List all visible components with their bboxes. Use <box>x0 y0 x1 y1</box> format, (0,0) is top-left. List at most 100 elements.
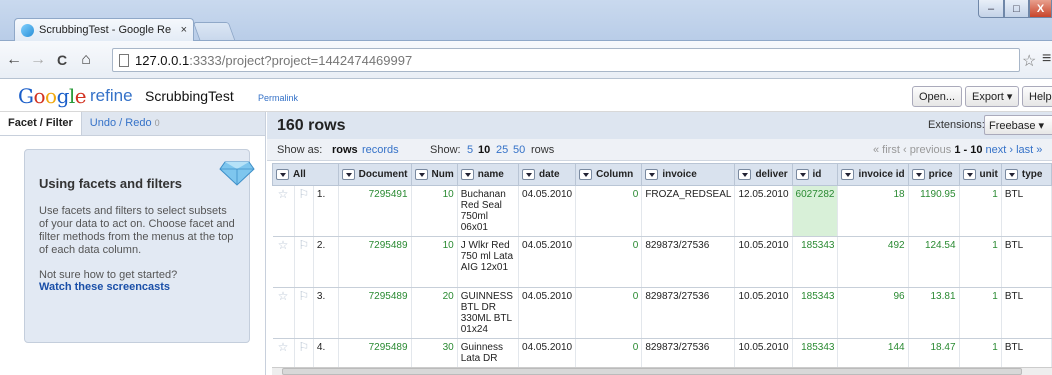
cell-invoice-id[interactable]: 96 <box>837 287 909 339</box>
cell-column[interactable]: 0 <box>575 185 643 237</box>
flag-icon[interactable]: ⚐ <box>294 185 314 237</box>
cell-document[interactable]: 7295489 <box>338 287 412 339</box>
column-menu-icon[interactable] <box>645 168 659 180</box>
window-maximize-button[interactable]: □ <box>1004 0 1029 18</box>
home-icon[interactable]: ⌂ <box>76 51 96 69</box>
permalink-link[interactable]: Permalink <box>258 93 298 103</box>
cell-type[interactable]: BTL <box>1001 287 1052 339</box>
cell-price[interactable]: 124.54 <box>908 236 960 288</box>
cell-price[interactable]: 13.81 <box>908 287 960 339</box>
column-menu-icon[interactable] <box>341 168 355 180</box>
export-button[interactable]: Export ▾ <box>965 86 1020 107</box>
column-header-date[interactable]: date <box>518 163 577 186</box>
star-icon[interactable]: ☆ <box>272 287 295 339</box>
cell-name[interactable]: GUINNESS BTL DR 330ML BTL 01x24 <box>457 287 520 339</box>
open-button[interactable]: Open... <box>912 86 963 107</box>
column-header-deliver[interactable]: deliver <box>734 163 793 186</box>
cell-date[interactable]: 04.05.2010 <box>518 185 577 237</box>
screencasts-link[interactable]: Watch these screencasts <box>39 281 235 293</box>
pager-last[interactable]: last » <box>1016 144 1042 156</box>
column-header-price[interactable]: price <box>907 163 960 186</box>
tab-undo-redo[interactable]: Undo / Redo 0 <box>82 112 168 135</box>
column-menu-icon[interactable] <box>841 168 855 180</box>
column-menu-icon[interactable] <box>1004 168 1018 180</box>
pager-next[interactable]: next › <box>986 144 1014 156</box>
cell-deliver[interactable]: 10.05.2010 <box>734 287 793 339</box>
cell-num[interactable]: 10 <box>411 236 458 288</box>
help-button[interactable]: Help <box>1022 86 1052 107</box>
refine-logo-text[interactable]: refine <box>90 86 133 106</box>
forward-arrow-icon[interactable]: → <box>28 51 48 69</box>
window-minimize-button[interactable]: – <box>978 0 1004 18</box>
cell-name[interactable]: Buchanan Red Seal 750ml 06x01 <box>457 185 520 237</box>
cell-unit[interactable]: 1 <box>959 236 1002 288</box>
show-as-rows[interactable]: rows <box>332 144 358 156</box>
new-tab-button[interactable] <box>192 22 236 40</box>
cell-deliver[interactable]: 10.05.2010 <box>734 236 793 288</box>
column-header-unit[interactable]: unit <box>958 163 1002 186</box>
cell-name[interactable]: J Wlkr Red 750 ml Lata AIG 12x01 <box>457 236 520 288</box>
cell-invoice[interactable]: 829873/27536 <box>641 287 736 339</box>
cell-id[interactable]: 185343 <box>792 236 839 288</box>
star-icon[interactable]: ☆ <box>272 185 295 237</box>
column-header-num[interactable]: Num <box>410 163 458 186</box>
column-header-all[interactable]: All <box>272 163 339 186</box>
column-menu-icon[interactable] <box>738 168 752 180</box>
page-size-50[interactable]: 50 <box>513 144 525 156</box>
google-logo[interactable]: Google <box>18 84 87 108</box>
scrollbar-thumb[interactable] <box>282 368 1022 375</box>
show-as-records[interactable]: records <box>362 144 399 156</box>
cell-type[interactable]: BTL <box>1001 236 1052 288</box>
column-header-document[interactable]: Document <box>337 163 412 186</box>
cell-id[interactable]: 185343 <box>792 287 839 339</box>
page-size-5[interactable]: 5 <box>467 144 473 156</box>
tab-facet-filter[interactable]: Facet / Filter <box>0 112 82 135</box>
cell-invoice-id[interactable]: 18 <box>837 185 909 237</box>
cell-date[interactable]: 04.05.2010 <box>518 236 577 288</box>
cell-invoice-id[interactable]: 492 <box>837 236 909 288</box>
column-menu-icon[interactable] <box>414 168 428 180</box>
cell-num[interactable]: 10 <box>411 185 458 237</box>
column-menu-icon[interactable] <box>579 168 593 180</box>
cell-document[interactable]: 7295489 <box>338 236 412 288</box>
flag-icon[interactable]: ⚐ <box>294 287 314 339</box>
cell-deliver[interactable]: 12.05.2010 <box>734 185 793 237</box>
extensions-select[interactable]: Freebase ▾ <box>984 115 1052 135</box>
cell-invoice[interactable]: 829873/27536 <box>641 236 736 288</box>
cell-column[interactable]: 0 <box>575 287 643 339</box>
page-size-10[interactable]: 10 <box>478 144 490 156</box>
page-size-25[interactable]: 25 <box>496 144 508 156</box>
column-header-id[interactable]: id <box>791 163 839 186</box>
column-menu-icon[interactable] <box>276 168 289 180</box>
column-menu-icon[interactable] <box>522 168 536 180</box>
browser-menu-icon[interactable]: ≡ <box>1042 50 1051 68</box>
cell-price[interactable]: 1190.95 <box>908 185 960 237</box>
window-close-button[interactable]: X <box>1029 0 1052 18</box>
column-menu-icon[interactable] <box>460 168 474 180</box>
tab-close-icon[interactable]: × <box>181 24 187 36</box>
cell-unit[interactable]: 1 <box>959 185 1002 237</box>
column-header-invoice-id[interactable]: invoice id <box>837 163 909 186</box>
browser-tab[interactable]: ScrubbingTest - Google Re × <box>14 18 194 41</box>
cell-document[interactable]: 7295491 <box>338 185 412 237</box>
bookmark-star-icon[interactable]: ☆ <box>1022 51 1036 71</box>
reload-icon[interactable]: C <box>52 52 72 68</box>
cell-type[interactable]: BTL <box>1001 185 1052 237</box>
column-menu-icon[interactable] <box>911 168 925 180</box>
cell-date[interactable]: 04.05.2010 <box>518 287 577 339</box>
column-menu-icon[interactable] <box>962 168 976 180</box>
column-header-column[interactable]: Column <box>575 163 643 186</box>
column-header-name[interactable]: name <box>456 163 520 186</box>
cell-invoice[interactable]: FROZA_REDSEAL <box>641 185 736 237</box>
cell-unit[interactable]: 1 <box>959 287 1002 339</box>
back-arrow-icon[interactable]: ← <box>4 51 24 69</box>
horizontal-scrollbar[interactable] <box>272 367 1052 375</box>
address-bar[interactable]: 127.0.0.1:3333/project?project=144247446… <box>112 48 1020 72</box>
cell-id[interactable]: 6027282 <box>792 185 839 237</box>
project-name[interactable]: ScrubbingTest <box>145 88 234 104</box>
cell-column[interactable]: 0 <box>575 236 643 288</box>
column-header-invoice[interactable]: invoice <box>641 163 736 186</box>
column-menu-icon[interactable] <box>795 168 809 180</box>
star-icon[interactable]: ☆ <box>272 236 295 288</box>
flag-icon[interactable]: ⚐ <box>294 236 314 288</box>
